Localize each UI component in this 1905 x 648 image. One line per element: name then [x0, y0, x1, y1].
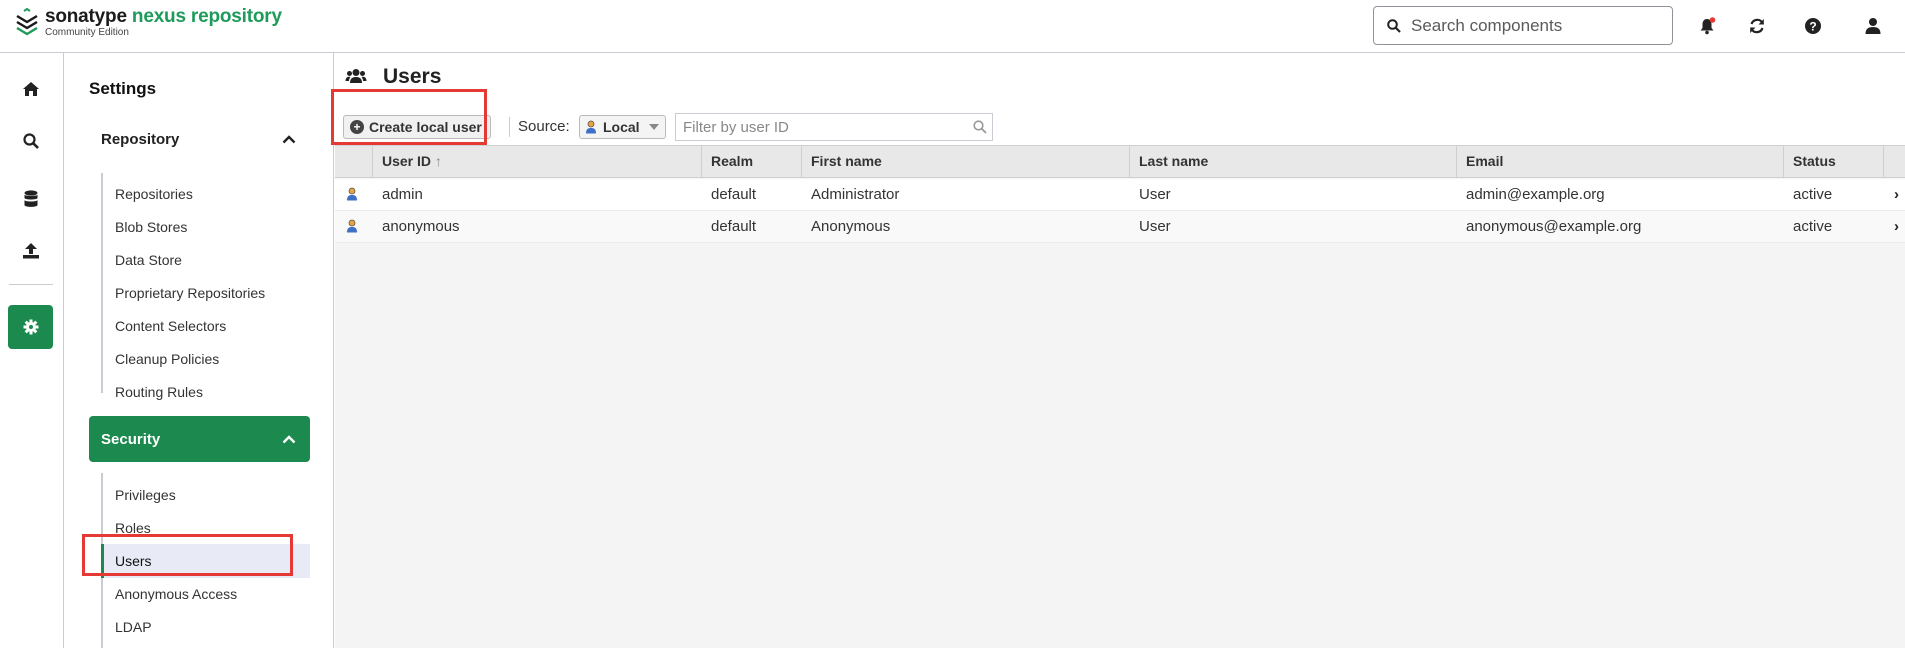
repository-group-label: Repository	[101, 130, 180, 148]
cell-first-name: Anonymous	[811, 218, 891, 235]
help-icon[interactable]: ?	[1799, 12, 1827, 40]
search-icon	[1387, 18, 1401, 33]
nav-item-routing-rules[interactable]: Routing Rules	[115, 382, 203, 402]
nav-item-privileges[interactable]: Privileges	[115, 485, 176, 505]
column-header-first-name[interactable]: First name	[801, 146, 1129, 177]
table-row[interactable]: admin default Administrator User admin@e…	[335, 179, 1905, 211]
home-icon	[22, 82, 39, 96]
nav-item-repositories[interactable]: Repositories	[115, 184, 193, 204]
cell-user-id: anonymous	[382, 218, 460, 235]
column-header-status[interactable]: Status	[1783, 146, 1883, 177]
nav-item-ldap[interactable]: LDAP	[115, 617, 152, 637]
source-label: Source:	[518, 118, 570, 135]
filter-user-id-input[interactable]	[683, 118, 963, 136]
database-icon	[24, 190, 37, 207]
nav-item-cleanup-policies[interactable]: Cleanup Policies	[115, 349, 219, 369]
upload-icon	[22, 243, 39, 259]
repository-items-line	[101, 173, 103, 393]
security-group-label: Security	[101, 430, 161, 448]
chevron-right-icon[interactable]: ›	[1894, 211, 1899, 242]
chevron-up-icon	[282, 134, 296, 143]
brand-title: sonatype nexus repository	[45, 6, 282, 27]
brand-edition: Community Edition	[45, 27, 129, 38]
nav-item-proprietary-repositories[interactable]: Proprietary Repositories	[115, 283, 265, 303]
cell-realm: default	[711, 218, 757, 235]
cell-status: active	[1793, 186, 1833, 203]
rail-divider	[9, 284, 53, 285]
main-content: Users + Create local user Source: Local …	[331, 53, 1905, 648]
left-rail	[0, 53, 64, 648]
repository-group-toggle[interactable]: Repository	[89, 116, 310, 162]
rail-browse-button[interactable]	[8, 177, 53, 221]
top-header: sonatype nexus repository Community Edit…	[0, 0, 1905, 53]
rail-settings-button[interactable]	[8, 305, 53, 349]
source-select[interactable]: Local	[579, 115, 666, 139]
user-icon	[347, 219, 357, 233]
sonatype-logo-icon	[16, 7, 38, 35]
rail-home-button[interactable]	[8, 67, 53, 111]
cell-user-id: admin	[382, 186, 423, 203]
filter-box[interactable]	[675, 113, 993, 141]
column-header-actions	[1883, 146, 1905, 177]
rail-upload-button[interactable]	[8, 229, 53, 273]
nav-item-data-store[interactable]: Data Store	[115, 250, 182, 270]
column-header-user-id[interactable]: User ID ↑	[372, 146, 701, 177]
table-row[interactable]: anonymous default Anonymous User anonymo…	[335, 211, 1905, 243]
nav-item-blob-stores[interactable]: Blob Stores	[115, 217, 187, 237]
cell-first-name: Administrator	[811, 186, 900, 203]
gear-icon	[23, 319, 38, 335]
source-value: Local	[603, 119, 640, 135]
cell-last-name: User	[1139, 218, 1171, 235]
page-header: Users + Create local user Source: Local	[331, 53, 1905, 145]
settings-title: Settings	[89, 79, 157, 98]
create-user-highlight-box	[331, 89, 487, 145]
search-components-box[interactable]	[1373, 6, 1673, 45]
cell-email: anonymous@example.org	[1466, 218, 1642, 235]
user-account-icon[interactable]	[1859, 12, 1887, 40]
users-table-header: User ID ↑ Realm First name Last name Ema…	[335, 145, 1905, 178]
users-icon	[345, 69, 367, 83]
svg-text:?: ?	[1809, 20, 1816, 34]
rail-search-button[interactable]	[8, 119, 53, 163]
settings-nav: Settings Repository Repositories Blob St…	[65, 53, 334, 648]
column-header-last-name[interactable]: Last name	[1129, 146, 1456, 177]
chevron-up-icon	[282, 434, 296, 443]
nav-item-content-selectors[interactable]: Content Selectors	[115, 316, 226, 336]
search-icon	[22, 133, 39, 149]
column-header-email[interactable]: Email	[1456, 146, 1783, 177]
caret-down-icon	[649, 124, 659, 130]
nav-item-anonymous-access[interactable]: Anonymous Access	[115, 584, 237, 604]
search-icon	[973, 120, 987, 134]
cell-last-name: User	[1139, 186, 1171, 203]
security-group-toggle[interactable]: Security	[89, 416, 310, 462]
cell-email: admin@example.org	[1466, 186, 1605, 203]
sort-ascending-icon: ↑	[434, 153, 442, 169]
chevron-right-icon[interactable]: ›	[1894, 179, 1899, 210]
logo[interactable]: sonatype nexus repository Community Edit…	[14, 7, 282, 38]
user-source-icon	[586, 120, 596, 134]
notifications-bell-icon[interactable]	[1693, 12, 1721, 40]
user-icon	[347, 187, 357, 201]
search-components-input[interactable]	[1411, 15, 1651, 36]
cell-realm: default	[711, 186, 757, 203]
column-header-realm[interactable]: Realm	[701, 146, 801, 177]
page-title: Users	[383, 65, 442, 88]
refresh-icon[interactable]	[1743, 12, 1771, 40]
cell-status: active	[1793, 218, 1833, 235]
users-highlight-box	[82, 534, 293, 576]
toolbar-divider	[509, 117, 510, 137]
